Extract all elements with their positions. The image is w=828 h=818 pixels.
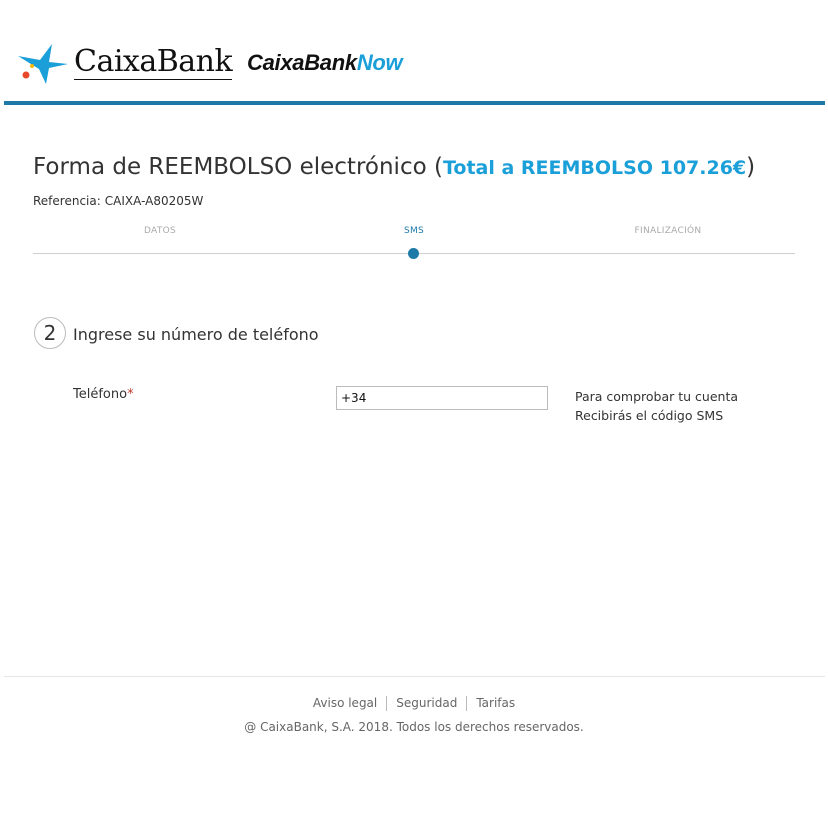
footer-divider	[4, 676, 825, 677]
reference-value: CAIXA-A80205W	[104, 194, 204, 208]
total-amount: Total a REEMBOLSO 107.26€	[442, 157, 747, 179]
star-logo-icon	[18, 44, 68, 84]
step-number-badge: 2	[34, 317, 66, 349]
footer-link-aviso-legal[interactable]: Aviso legal	[304, 696, 386, 710]
progress-indicator	[408, 248, 419, 259]
phone-field-label: Teléfono*	[73, 387, 134, 402]
header-divider	[4, 101, 825, 105]
logo-text: CaixaBank	[74, 44, 233, 80]
required-marker: *	[127, 387, 134, 402]
title-paren-open: (	[433, 154, 443, 180]
footer-link-seguridad[interactable]: Seguridad	[387, 696, 466, 710]
phone-input[interactable]	[336, 386, 548, 410]
now-logo-prefix: CaixaBank	[247, 50, 357, 75]
help-line-1: Para comprobar tu cuenta	[575, 389, 739, 404]
page-title-text: Forma de REEMBOLSO electrónico	[33, 154, 427, 180]
reference: Referencia: CAIXA-A80205W	[33, 194, 203, 208]
footer-links: Aviso legal Seguridad Tarifas	[0, 696, 828, 711]
title-paren-close: )	[746, 154, 756, 180]
copyright-text: @ CaixaBank, S.A. 2018. Todos los derech…	[244, 720, 584, 734]
caixabank-logo[interactable]: CaixaBank	[16, 42, 233, 84]
step-finalizacion: FINALIZACIÓN	[634, 226, 702, 236]
caixabank-now-logo: CaixaBankNow	[247, 50, 403, 76]
now-logo-suffix: Now	[356, 50, 403, 75]
header: CaixaBank CaixaBankNow	[0, 0, 828, 105]
page-title: Forma de REEMBOLSO electrónico (Total a …	[33, 154, 755, 180]
step-datos: DATOS	[143, 226, 177, 236]
footer-link-tarifas[interactable]: Tarifas	[467, 696, 524, 710]
step-sms: SMS	[403, 226, 425, 236]
phone-label-text: Teléfono	[73, 387, 128, 402]
phone-help-text: Para comprobar tu cuenta Recibirás el có…	[575, 387, 738, 425]
section-heading: Ingrese su número de teléfono	[73, 325, 319, 344]
reference-label: Referencia:	[33, 194, 101, 208]
help-line-2: Recibirás el código SMS	[575, 408, 724, 423]
